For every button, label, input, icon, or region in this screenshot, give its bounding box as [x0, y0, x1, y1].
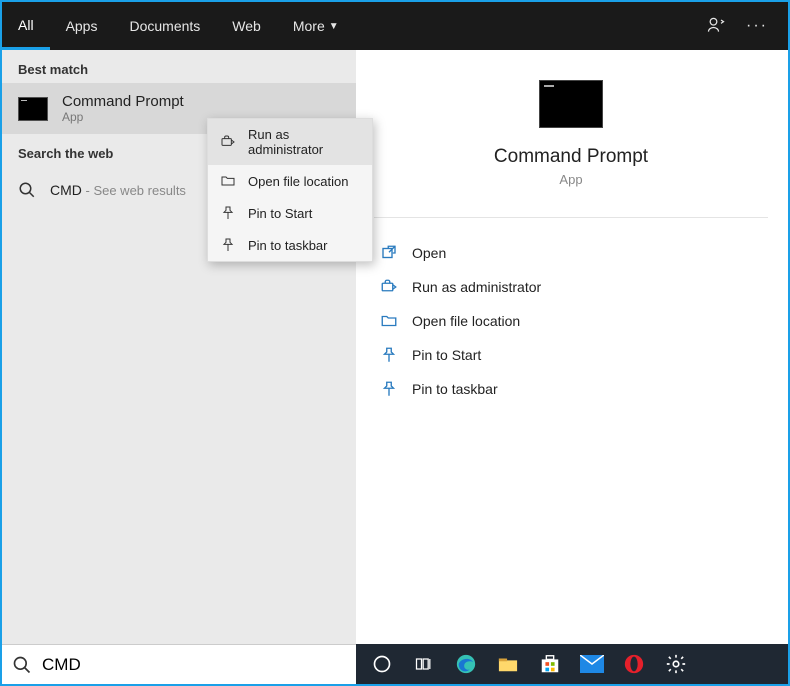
divider — [374, 217, 768, 218]
action-pin-to-start[interactable]: Pin to Start — [374, 338, 768, 372]
task-tray — [356, 644, 788, 684]
action-run-as-admin[interactable]: Run as administrator — [374, 270, 768, 304]
result-subtitle: App — [62, 110, 184, 124]
result-title: Command Prompt — [62, 93, 184, 110]
taskbar — [2, 644, 788, 684]
search-scope-tabs: All Apps Documents Web More ▼ ··· — [2, 2, 788, 50]
tab-documents[interactable]: Documents — [113, 2, 216, 50]
open-icon — [380, 244, 398, 262]
cortana-icon[interactable] — [370, 652, 394, 676]
more-options-icon[interactable]: ··· — [746, 17, 768, 35]
action-label: Open — [412, 245, 446, 261]
context-menu: Run as administrator Open file location … — [207, 118, 373, 262]
feedback-icon[interactable] — [706, 15, 726, 38]
admin-shield-icon — [220, 134, 236, 150]
tab-all[interactable]: All — [2, 2, 50, 50]
details-subtitle: App — [374, 172, 768, 187]
web-search-term: CMD — [50, 182, 82, 198]
action-open-file-location[interactable]: Open file location — [374, 304, 768, 338]
pin-icon — [380, 380, 398, 398]
context-pin-to-start[interactable]: Pin to Start — [208, 197, 372, 229]
admin-shield-icon — [380, 278, 398, 296]
pin-icon — [380, 346, 398, 364]
context-item-label: Pin to Start — [248, 206, 312, 221]
search-input[interactable] — [42, 655, 346, 675]
folder-icon — [220, 173, 236, 189]
folder-icon — [380, 312, 398, 330]
tab-web[interactable]: Web — [216, 2, 277, 50]
task-view-icon[interactable] — [412, 652, 436, 676]
context-item-label: Open file location — [248, 174, 348, 189]
tab-more[interactable]: More ▼ — [277, 2, 355, 50]
tab-more-label: More — [293, 18, 325, 34]
details-pane: Command Prompt App Open Run as administr… — [356, 50, 788, 644]
mail-icon[interactable] — [580, 652, 604, 676]
results-pane: Best match Command Prompt App Search the… — [2, 50, 356, 644]
pin-icon — [220, 205, 236, 221]
context-run-as-admin[interactable]: Run as administrator — [208, 119, 372, 165]
command-prompt-icon — [18, 97, 48, 121]
action-label: Run as administrator — [412, 279, 541, 295]
opera-icon[interactable] — [622, 652, 646, 676]
search-icon — [12, 655, 32, 675]
chevron-down-icon: ▼ — [329, 21, 339, 32]
action-pin-to-taskbar[interactable]: Pin to taskbar — [374, 372, 768, 406]
settings-icon[interactable] — [664, 652, 688, 676]
app-thumbnail-icon — [539, 80, 603, 128]
action-label: Pin to taskbar — [412, 381, 498, 397]
search-box[interactable] — [2, 644, 356, 684]
pin-icon — [220, 237, 236, 253]
context-open-file-location[interactable]: Open file location — [208, 165, 372, 197]
best-match-heading: Best match — [2, 50, 356, 83]
context-pin-to-taskbar[interactable]: Pin to taskbar — [208, 229, 372, 261]
action-label: Pin to Start — [412, 347, 481, 363]
search-icon — [18, 181, 36, 199]
context-item-label: Pin to taskbar — [248, 238, 328, 253]
file-explorer-icon[interactable] — [496, 652, 520, 676]
action-label: Open file location — [412, 313, 520, 329]
tab-apps[interactable]: Apps — [50, 2, 114, 50]
action-open[interactable]: Open — [374, 236, 768, 270]
edge-icon[interactable] — [454, 652, 478, 676]
context-item-label: Run as administrator — [248, 127, 360, 157]
microsoft-store-icon[interactable] — [538, 652, 562, 676]
details-title: Command Prompt — [374, 146, 768, 168]
web-search-hint: - See web results — [82, 183, 186, 198]
